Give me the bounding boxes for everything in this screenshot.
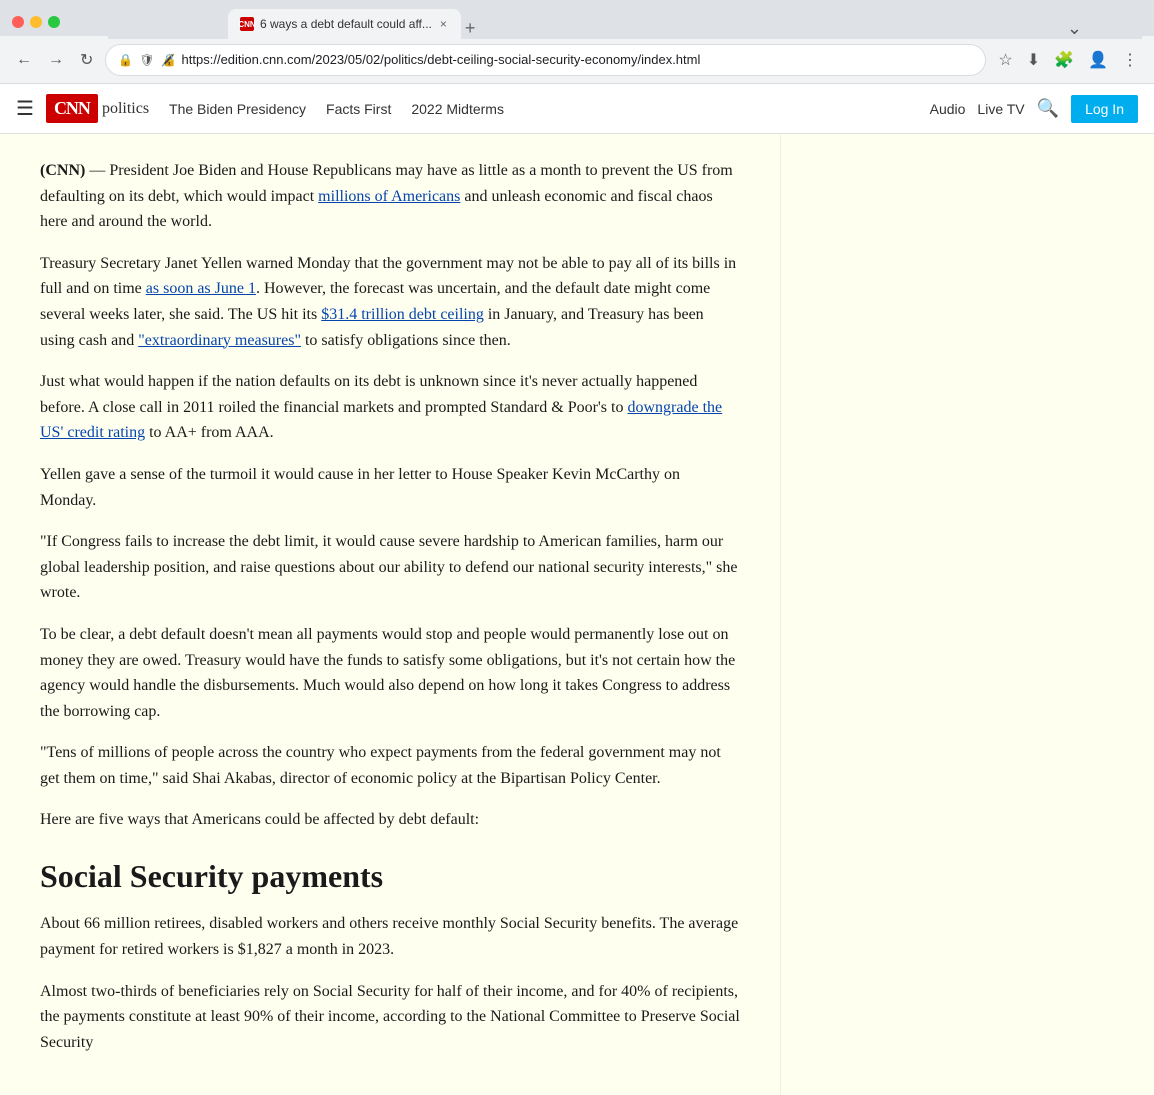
june-1-link[interactable]: as soon as June 1: [146, 280, 256, 297]
tab-close-button[interactable]: ×: [438, 15, 449, 33]
politics-section-label: politics: [102, 100, 149, 118]
omnibar: ← → ↻ 🔒 🛡 🔏 https://edition.cnn.com/2023…: [0, 36, 1154, 84]
active-tab[interactable]: CNN 6 ways a debt default could aff... ×: [228, 9, 461, 39]
nav-link-biden-presidency[interactable]: The Biden Presidency: [169, 101, 306, 117]
article-paragraph-4: Yellen gave a sense of the turmoil it wo…: [40, 462, 740, 513]
bookmark-button[interactable]: ☆: [994, 46, 1016, 74]
browser-actions: ☆ ⬇ 🧩 👤 ⋮: [994, 46, 1142, 74]
favicon-text: CNN: [238, 20, 255, 29]
article-paragraph-2: Treasury Secretary Janet Yellen warned M…: [40, 251, 740, 353]
downloads-button[interactable]: ⬇: [1023, 46, 1044, 74]
security-icon: 🔒: [118, 53, 133, 67]
credit-rating-link[interactable]: downgrade the US' credit rating: [40, 399, 722, 442]
url-text[interactable]: https://edition.cnn.com/2023/05/02/polit…: [182, 52, 974, 67]
article-section-paragraph-1: About 66 million retirees, disabled work…: [40, 911, 740, 962]
debt-ceiling-link[interactable]: $31.4 trillion debt ceiling: [321, 306, 484, 323]
browser-window: CNN 6 ways a debt default could aff... ×…: [0, 0, 1154, 1095]
new-tab-button[interactable]: +: [465, 18, 476, 39]
hamburger-menu-button[interactable]: ☰: [16, 96, 34, 121]
forward-button[interactable]: →: [44, 47, 68, 73]
shield-icon: 🛡: [139, 53, 154, 67]
tab-favicon: CNN: [240, 17, 254, 31]
extraordinary-measures-link[interactable]: "extraordinary measures": [138, 332, 301, 349]
maximize-window-button[interactable]: [48, 16, 60, 28]
settings-button[interactable]: ⋮: [1118, 46, 1142, 74]
nav-links: The Biden Presidency Facts First 2022 Mi…: [169, 101, 930, 117]
encryption-icon: 🔏: [161, 53, 176, 67]
back-button[interactable]: ←: [12, 47, 36, 73]
profile-button[interactable]: 👤: [1084, 46, 1112, 74]
article-paragraph-1: (CNN) — President Joe Biden and House Re…: [40, 158, 740, 235]
minimize-window-button[interactable]: [30, 16, 42, 28]
article-paragraph-6: To be clear, a debt default doesn't mean…: [40, 622, 740, 724]
article-paragraph-7: "Tens of millions of people across the c…: [40, 740, 740, 791]
article-paragraph-8: Here are five ways that Americans could …: [40, 807, 740, 833]
audio-link[interactable]: Audio: [930, 101, 966, 117]
extensions-button[interactable]: 🧩: [1050, 46, 1078, 74]
reload-button[interactable]: ↻: [76, 46, 97, 74]
article-paragraph-3: Just what would happen if the nation def…: [40, 369, 740, 446]
nav-link-2022-midterms[interactable]: 2022 Midterms: [411, 101, 504, 117]
cnn-navigation: ☰ CNN politics The Biden Presidency Fact…: [0, 84, 1154, 134]
section-heading-social-security: Social Security payments: [40, 857, 740, 895]
search-button[interactable]: 🔍: [1037, 98, 1059, 119]
address-bar[interactable]: 🔒 🛡 🔏 https://edition.cnn.com/2023/05/02…: [105, 44, 986, 76]
article-section-paragraph-2: Almost two-thirds of beneficiaries rely …: [40, 979, 740, 1056]
nav-link-facts-first[interactable]: Facts First: [326, 101, 391, 117]
tab-bar: CNN 6 ways a debt default could aff... ×…: [108, 5, 1142, 39]
article-sidebar: [780, 134, 1080, 1095]
traffic-lights: [12, 16, 60, 28]
article-area: (CNN) — President Joe Biden and House Re…: [0, 134, 1154, 1095]
live-tv-link[interactable]: Live TV: [977, 101, 1024, 117]
article-paragraph-5: "If Congress fails to increase the debt …: [40, 529, 740, 606]
article-content: (CNN) — President Joe Biden and House Re…: [0, 134, 780, 1095]
tab-bar-right: ⌄: [1067, 18, 1082, 39]
close-window-button[interactable]: [12, 16, 24, 28]
cnn-logo[interactable]: CNN: [46, 94, 98, 123]
nav-right-actions: Audio Live TV 🔍 Log In: [930, 95, 1138, 123]
title-bar: CNN 6 ways a debt default could aff... ×…: [0, 0, 1154, 36]
login-button[interactable]: Log In: [1071, 95, 1138, 123]
article-body: (CNN) — President Joe Biden and House Re…: [40, 158, 740, 1055]
millions-of-americans-link[interactable]: millions of Americans: [318, 188, 460, 205]
tab-list-button[interactable]: ⌄: [1067, 18, 1082, 39]
tab-title: 6 ways a debt default could aff...: [260, 17, 432, 31]
cnn-byline-label: (CNN): [40, 162, 85, 179]
